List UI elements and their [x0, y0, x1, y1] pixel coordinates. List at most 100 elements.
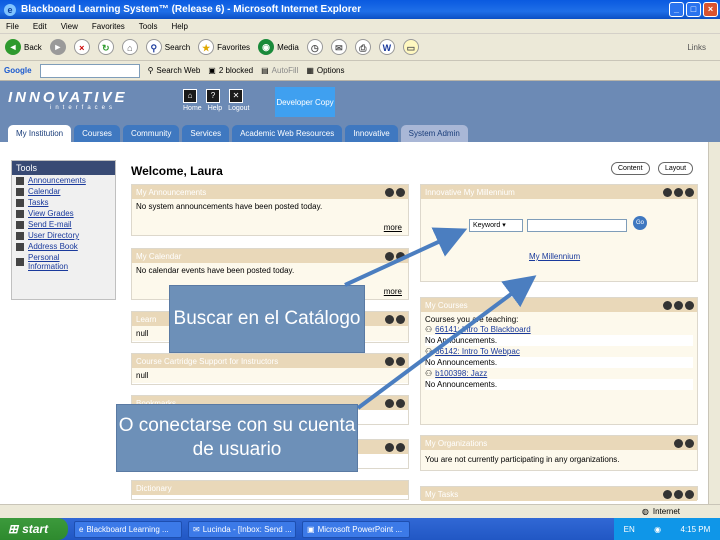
module-courses: My Courses Courses you are teaching: ⚇ 66…	[420, 297, 698, 425]
minimize-module-icon[interactable]	[674, 187, 683, 197]
my-millennium-link[interactable]: My Millennium	[529, 252, 580, 261]
start-button[interactable]: ⊞ start	[0, 518, 68, 540]
settings-module-icon[interactable]	[663, 187, 672, 197]
course-item[interactable]: ⚇ 66142: Intro To Webpac	[425, 346, 693, 357]
minimize-module-icon[interactable]	[385, 442, 394, 452]
tool-calendar[interactable]: Calendar	[12, 186, 115, 197]
mail-task-icon: ✉	[193, 524, 200, 534]
google-search-input[interactable]	[39, 63, 140, 78]
task-powerpoint[interactable]: ▣ Microsoft PowerPoint ...	[302, 520, 410, 538]
globe-icon: ◍	[641, 507, 649, 516]
close-module-icon[interactable]	[396, 314, 405, 324]
windows-logo-icon: ⊞	[8, 522, 19, 536]
task-blackboard[interactable]: e Blackboard Learning ...	[74, 520, 182, 538]
search-type-select[interactable]: Keyword ▾	[469, 219, 523, 232]
close-module-icon[interactable]	[674, 489, 683, 499]
close-module-icon[interactable]	[396, 356, 405, 366]
home-icon[interactable]: ⌂	[121, 39, 138, 55]
tool-send-email[interactable]: Send E-mail	[12, 219, 115, 230]
tab-innovative[interactable]: Innovative	[345, 125, 398, 142]
minimize-module-icon[interactable]	[385, 398, 394, 408]
tab-my-institution[interactable]: My Institution	[8, 125, 72, 142]
vertical-scrollbar[interactable]	[708, 142, 720, 504]
tab-academic-web-resources[interactable]: Academic Web Resources	[232, 125, 343, 142]
home-nav-icon[interactable]: ⌂	[183, 89, 197, 103]
home-link[interactable]: Home	[183, 105, 202, 112]
go-button[interactable]: Go	[633, 216, 647, 230]
maximize-button[interactable]: □	[686, 2, 701, 17]
close-module-icon[interactable]	[396, 187, 405, 197]
close-button[interactable]: ×	[703, 2, 718, 17]
more-link[interactable]: more	[384, 223, 402, 232]
close-module-icon[interactable]	[396, 442, 405, 452]
minimize-module-icon[interactable]	[663, 300, 672, 310]
close-module-icon[interactable]	[685, 187, 694, 197]
catalog-search-input[interactable]	[527, 219, 627, 232]
print-icon[interactable]: ⎙	[354, 39, 371, 55]
refresh-icon[interactable]: ↻	[97, 39, 114, 55]
minimize-module-icon[interactable]	[663, 489, 672, 499]
close-module-icon[interactable]	[685, 438, 694, 448]
minimize-module-icon[interactable]	[385, 314, 394, 324]
minimize-module-icon[interactable]	[385, 356, 394, 366]
menu-tools[interactable]: Tools	[139, 22, 158, 31]
course-item[interactable]: ⚇ 66141: Intro To Blackboard	[425, 324, 693, 335]
tray-icon[interactable]: ◉	[654, 525, 661, 534]
favorites-button[interactable]: ★ Favorites	[198, 39, 250, 55]
mail-icon[interactable]: ✉	[330, 39, 347, 55]
logout-nav-icon[interactable]: ✕	[229, 89, 243, 103]
menu-view[interactable]: View	[61, 22, 78, 31]
word-icon[interactable]: W	[378, 39, 395, 55]
tab-system-admin[interactable]: System Admin	[400, 125, 468, 142]
edit-module-icon[interactable]	[685, 300, 694, 310]
back-button[interactable]: ◄ Back	[5, 39, 42, 55]
popup-blocker-button[interactable]: ▣ 2 blocked	[208, 66, 253, 75]
tool-address-book[interactable]: Address Book	[12, 241, 115, 252]
site-header: INNOVATIVE interfaces ⌂ ? ✕ Home Help Lo…	[0, 81, 720, 142]
search-web-button[interactable]: ⚲ Search Web	[148, 66, 201, 75]
notes-icon[interactable]: ▭	[402, 39, 419, 55]
minimize-module-icon[interactable]	[674, 438, 683, 448]
links-label[interactable]: Links	[687, 43, 706, 52]
close-module-icon[interactable]	[396, 398, 405, 408]
minimize-button[interactable]: _	[669, 2, 684, 17]
more-link[interactable]: more	[384, 287, 402, 296]
menu-edit[interactable]: Edit	[33, 22, 47, 31]
course-item[interactable]: ⚇ b100398: Jazz	[425, 368, 693, 379]
close-module-icon[interactable]	[674, 300, 683, 310]
logout-link[interactable]: Logout	[228, 105, 249, 112]
media-button[interactable]: ◉ Media	[258, 39, 299, 55]
stop-icon[interactable]: ×	[73, 39, 90, 55]
help-nav-icon[interactable]: ?	[206, 89, 220, 103]
options-icon: ▦	[306, 66, 314, 75]
tab-services[interactable]: Services	[182, 125, 230, 142]
options-button[interactable]: ▦ Options	[306, 66, 344, 75]
menu-help[interactable]: Help	[171, 22, 187, 31]
edit-module-icon[interactable]	[685, 489, 694, 499]
window-titlebar[interactable]: e Blackboard Learning System™ (Release 6…	[0, 0, 720, 19]
tool-tasks[interactable]: Tasks	[12, 197, 115, 208]
menu-file[interactable]: File	[6, 22, 19, 31]
google-logo[interactable]: Google	[4, 66, 32, 75]
minimize-module-icon[interactable]	[385, 251, 394, 261]
developer-copy-button[interactable]: Developer Copy	[275, 87, 335, 117]
autofill-label: AutoFill	[271, 66, 299, 75]
minimize-module-icon[interactable]	[385, 187, 394, 197]
tab-courses[interactable]: Courses	[74, 125, 120, 142]
tool-user-directory[interactable]: User Directory	[12, 230, 115, 241]
language-indicator[interactable]: EN	[624, 525, 635, 534]
close-module-icon[interactable]	[396, 251, 405, 261]
forward-button[interactable]: ►	[49, 39, 66, 55]
search-button[interactable]: ⚲ Search	[145, 39, 190, 55]
tool-view-grades[interactable]: View Grades	[12, 208, 115, 219]
tool-announcements[interactable]: Announcements	[12, 175, 115, 186]
task-lucinda[interactable]: ✉ Lucinda - [Inbox: Send ...	[188, 520, 296, 538]
history-icon[interactable]: ◷	[306, 39, 323, 55]
tab-community[interactable]: Community	[122, 125, 180, 142]
content-button[interactable]: Content	[611, 162, 650, 175]
help-link[interactable]: Help	[208, 105, 222, 112]
menu-favorites[interactable]: Favorites	[92, 22, 125, 31]
layout-button[interactable]: Layout	[658, 162, 694, 175]
autofill-button[interactable]: ▤ AutoFill	[261, 66, 298, 75]
tool-personal-information[interactable]: Personal Information	[12, 252, 115, 272]
